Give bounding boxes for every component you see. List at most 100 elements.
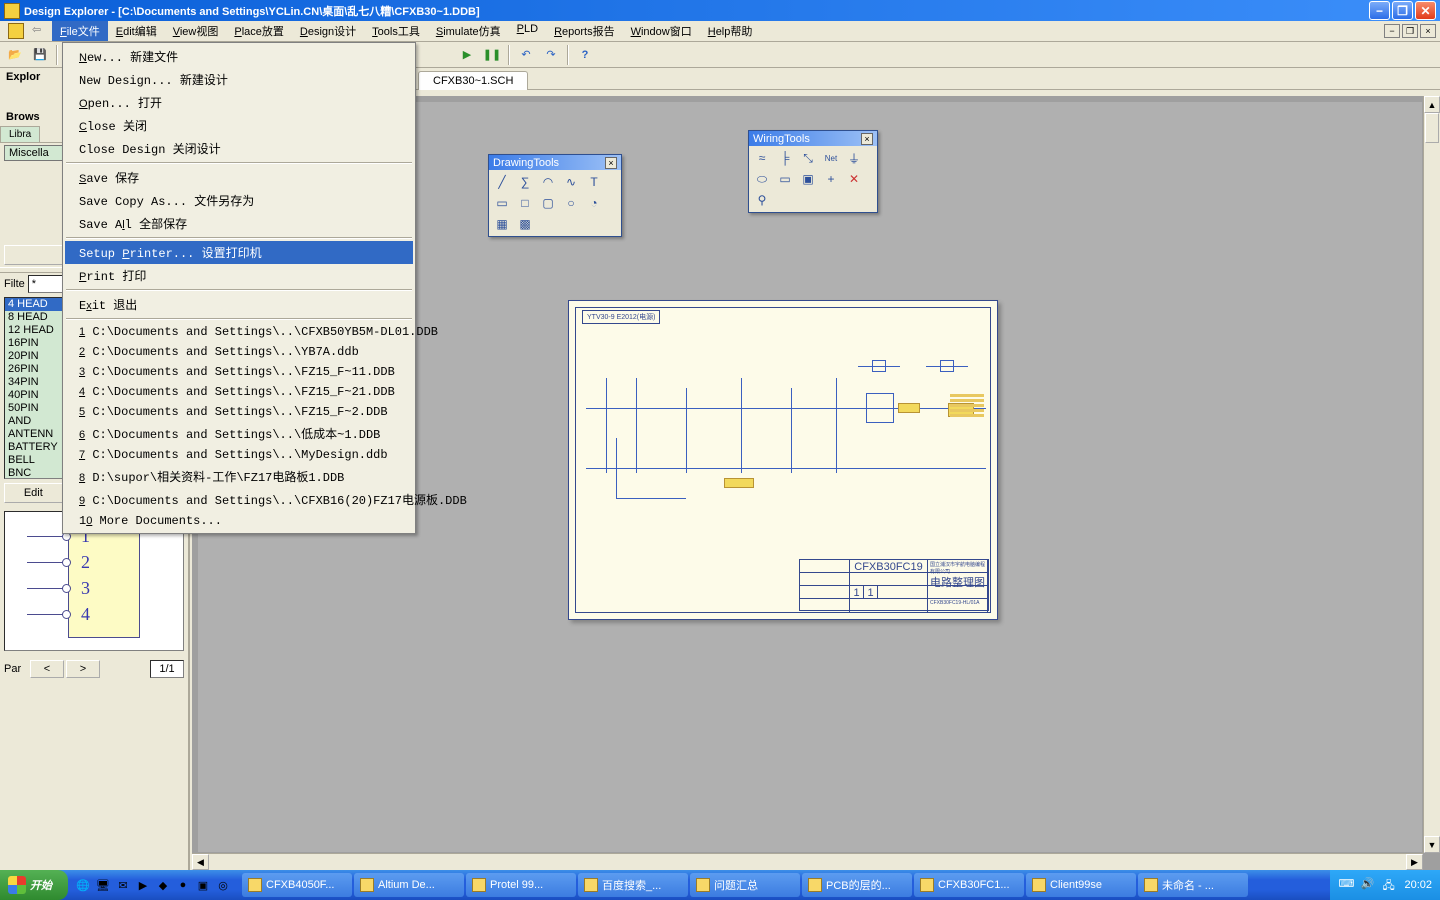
system-tray[interactable]: ⌨ 🔊 🖧 20:02 xyxy=(1330,870,1440,900)
junction-icon[interactable]: + xyxy=(820,169,842,189)
file-menu-item[interactable]: Save Copy As... 文件另存为 xyxy=(65,189,413,212)
file-menu-item[interactable]: Print 打印 xyxy=(65,264,413,287)
scrollbar-horizontal[interactable]: ◀ ▶ xyxy=(192,853,1423,870)
schematic-sheet[interactable]: YTV30-9 E2012(电源) xyxy=(568,300,998,620)
file-menu-item[interactable]: 5 C:\Documents and Settings\..\FZ15_F~2.… xyxy=(65,402,413,422)
quick-media-icon[interactable]: ▶ xyxy=(134,874,152,896)
ellipse-icon[interactable]: ○ xyxy=(560,193,582,213)
file-menu-item[interactable]: New... 新建文件 xyxy=(65,45,413,68)
file-menu-item[interactable]: Exit 退出 xyxy=(65,293,413,316)
drawing-tools-toolbox[interactable]: DrawingTools× ╱ ∑ ◠ ∿ T ▭ □ ▢ ○ ◔ ▦ ▩ xyxy=(488,154,622,237)
arc-icon[interactable]: ◠ xyxy=(537,172,559,192)
image-icon[interactable]: ▦ xyxy=(491,214,513,234)
menu-reports[interactable]: Reports报告 xyxy=(546,21,623,41)
probe-icon[interactable]: ⚲ xyxy=(751,190,773,210)
pie-icon[interactable]: ◔ xyxy=(583,193,605,213)
part-page[interactable] xyxy=(150,660,184,678)
edit-button[interactable]: Edit xyxy=(4,483,63,503)
file-menu-item[interactable]: 8 D:\supor\相关资料-工作\FZ17电路板1.DDB xyxy=(65,465,413,488)
taskbar-task[interactable]: PCB的层的... xyxy=(802,873,912,897)
file-menu-item[interactable]: Save All 全部保存 xyxy=(65,212,413,235)
gnd-icon[interactable]: ⏚ xyxy=(843,148,865,168)
file-menu-item[interactable]: Open... 打开 xyxy=(65,91,413,114)
taskbar-task[interactable]: CFXB30FC1... xyxy=(914,873,1024,897)
polyline-icon[interactable]: ∑ xyxy=(514,172,536,192)
run-icon[interactable]: ▶ xyxy=(456,44,478,66)
back-icon[interactable]: ⇦ xyxy=(32,23,48,39)
quick-app2-icon[interactable]: ● xyxy=(174,874,192,896)
taskbar-task[interactable]: Client99se xyxy=(1026,873,1136,897)
file-menu-item[interactable]: 7 C:\Documents and Settings\..\MyDesign.… xyxy=(65,445,413,465)
line-icon[interactable]: ╱ xyxy=(491,172,513,192)
text-icon[interactable]: T xyxy=(583,172,605,192)
file-menu-item[interactable]: 2 C:\Documents and Settings\..\YB7A.ddb xyxy=(65,342,413,362)
quick-ie-icon[interactable]: 🌐 xyxy=(74,874,92,896)
open-icon[interactable]: 📂 xyxy=(4,44,26,66)
scroll-left-icon[interactable]: ◀ xyxy=(192,854,209,870)
menu-help[interactable]: Help帮助 xyxy=(700,21,761,41)
mdi-restore-button[interactable]: ❐ xyxy=(1402,24,1418,38)
quick-mail-icon[interactable]: ✉ xyxy=(114,874,132,896)
pause-icon[interactable]: ❚❚ xyxy=(481,44,503,66)
tab-schematic[interactable]: CFXB30~1.SCH xyxy=(418,71,528,90)
file-menu-item[interactable]: Setup Printer... 设置打印机 xyxy=(65,241,413,264)
noerc-icon[interactable]: ✕ xyxy=(843,169,865,189)
wiring-tools-toolbox[interactable]: WiringTools× ≈ ╞ ⤡ Net ⏚ ⬭ ▭ ▣ + ✕ ⚲ xyxy=(748,130,878,213)
busentry-icon[interactable]: ⤡ xyxy=(797,148,819,168)
explorer-icon[interactable] xyxy=(8,23,24,39)
sheetentry-icon[interactable]: ▣ xyxy=(797,169,819,189)
roundrect-icon[interactable]: ▢ xyxy=(537,193,559,213)
start-button[interactable]: 开始 xyxy=(0,870,68,900)
port-icon[interactable]: ⬭ xyxy=(751,169,773,189)
tray-clock[interactable]: 20:02 xyxy=(1404,879,1432,891)
part-next-button[interactable]: > xyxy=(66,660,100,678)
wiring-tools-close-icon[interactable]: × xyxy=(861,133,873,145)
file-menu-item[interactable]: 3 C:\Documents and Settings\..\FZ15_F~11… xyxy=(65,362,413,382)
save-icon[interactable]: 💾 xyxy=(29,44,51,66)
file-menu-item[interactable]: New Design... 新建设计 xyxy=(65,68,413,91)
taskbar-task[interactable]: Protel 99... xyxy=(466,873,576,897)
file-menu-item[interactable]: 9 C:\Documents and Settings\..\CFXB16(20… xyxy=(65,488,413,511)
quick-app3-icon[interactable]: ▣ xyxy=(194,874,212,896)
menu-pld[interactable]: PLD xyxy=(509,21,546,41)
quick-app1-icon[interactable]: ◆ xyxy=(154,874,172,896)
drawing-tools-close-icon[interactable]: × xyxy=(605,157,617,169)
netlabel-icon[interactable]: Net xyxy=(820,148,842,168)
menu-simulate[interactable]: Simulate仿真 xyxy=(428,21,509,41)
redo-icon[interactable]: ↷ xyxy=(540,44,562,66)
bezier-icon[interactable]: ∿ xyxy=(560,172,582,192)
scroll-right-icon[interactable]: ▶ xyxy=(1406,854,1423,870)
taskbar-task[interactable]: Altium De... xyxy=(354,873,464,897)
menu-edit[interactable]: Edit编辑 xyxy=(108,21,165,41)
tray-network-icon[interactable]: 🖧 xyxy=(1382,877,1398,893)
part-prev-button[interactable]: < xyxy=(30,660,64,678)
menu-design[interactable]: Design设计 xyxy=(292,21,364,41)
scroll-down-icon[interactable]: ▼ xyxy=(1424,836,1440,853)
file-menu-item[interactable]: 1 C:\Documents and Settings\..\CFXB50YB5… xyxy=(65,322,413,342)
minimize-button[interactable]: − xyxy=(1369,1,1390,20)
menu-window[interactable]: Window窗口 xyxy=(623,21,700,41)
undo-icon[interactable]: ↶ xyxy=(515,44,537,66)
scroll-up-icon[interactable]: ▲ xyxy=(1424,96,1440,113)
taskbar-task[interactable]: 百度搜索_... xyxy=(578,873,688,897)
quick-app4-icon[interactable]: ◎ xyxy=(214,874,232,896)
sheet-icon[interactable]: ▭ xyxy=(774,169,796,189)
file-menu-item[interactable]: Close 关闭 xyxy=(65,114,413,137)
taskbar-task[interactable]: CFXB4050F... xyxy=(242,873,352,897)
menu-view[interactable]: View视图 xyxy=(165,21,227,41)
file-menu-item[interactable]: 6 C:\Documents and Settings\..\低成本~1.DDB xyxy=(65,422,413,445)
close-button[interactable]: ✕ xyxy=(1415,1,1436,20)
frame-icon[interactable]: ▭ xyxy=(491,193,513,213)
mdi-close-button[interactable]: × xyxy=(1420,24,1436,38)
help-icon[interactable]: ? xyxy=(574,44,596,66)
menu-tools[interactable]: Tools工具 xyxy=(364,21,428,41)
scroll-thumb-v[interactable] xyxy=(1425,113,1439,143)
file-menu-item[interactable]: Save 保存 xyxy=(65,166,413,189)
array-icon[interactable]: ▩ xyxy=(514,214,536,234)
scrollbar-vertical[interactable]: ▲ ▼ xyxy=(1423,96,1440,853)
file-menu-item[interactable]: 10 More Documents... xyxy=(65,511,413,531)
maximize-button[interactable]: ❐ xyxy=(1392,1,1413,20)
taskbar-task[interactable]: 问题汇总 xyxy=(690,873,800,897)
wire-icon[interactable]: ≈ xyxy=(751,148,773,168)
quick-desktop-icon[interactable]: 🖥 xyxy=(94,874,112,896)
